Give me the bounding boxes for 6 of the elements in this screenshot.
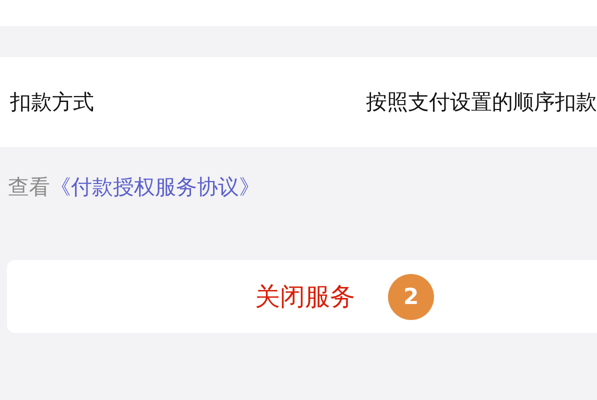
number-badge: 2 (388, 274, 434, 320)
row-label: 扣款方式 (10, 89, 94, 116)
close-service-button[interactable]: 关闭服务 2 (7, 260, 597, 333)
agreement-link[interactable]: 《付款授权服务协议》 (50, 173, 260, 201)
agreement-prefix: 查看 (8, 174, 50, 201)
row-value: 按照支付设置的顺序扣款 (366, 89, 597, 116)
